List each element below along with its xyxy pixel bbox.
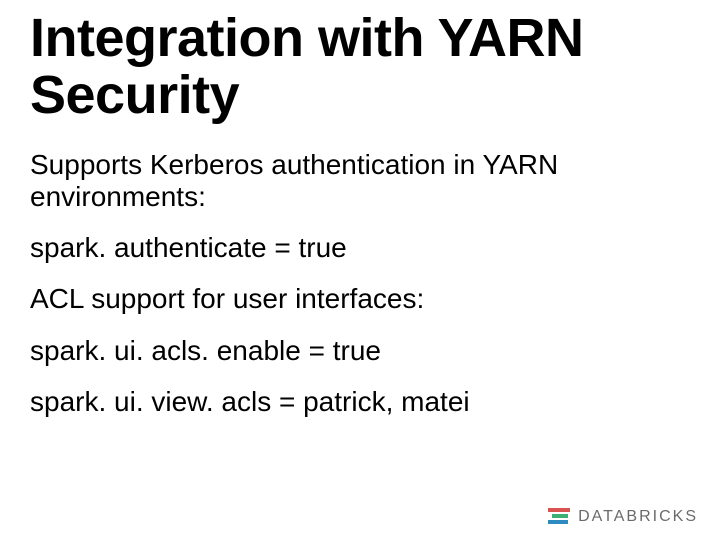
databricks-logo-text: DATABRICKS (578, 508, 698, 526)
slide-title: Integration with YARN Security (30, 10, 690, 123)
body-line: spark. authenticate = true (30, 232, 690, 263)
databricks-logo: DATABRICKS (548, 508, 698, 526)
databricks-logo-icon (548, 508, 570, 526)
body-line: spark. ui. view. acls = patrick, matei (30, 386, 690, 417)
slide-body: Supports Kerberos authentication in YARN… (30, 149, 690, 417)
body-line: Supports Kerberos authentication in YARN… (30, 149, 690, 212)
slide: Integration with YARN Security Supports … (0, 0, 720, 540)
body-line: spark. ui. acls. enable = true (30, 335, 690, 366)
body-line: ACL support for user interfaces: (30, 283, 690, 314)
